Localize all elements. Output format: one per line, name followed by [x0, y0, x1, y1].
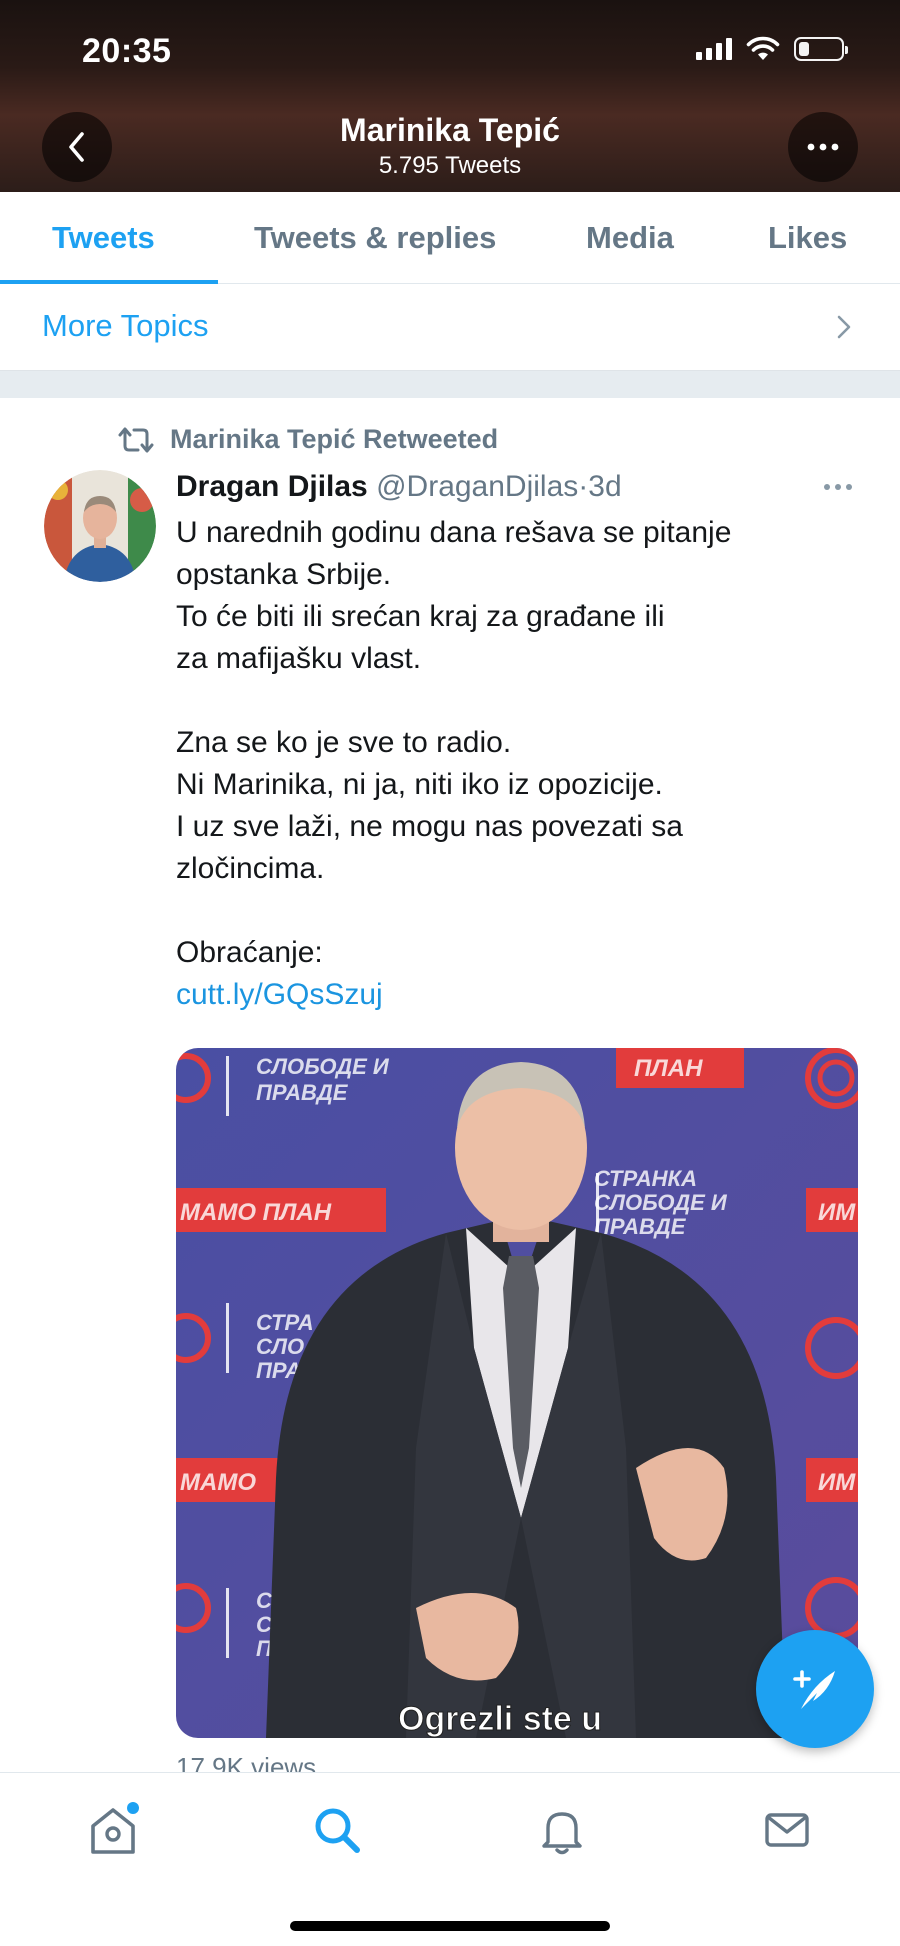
tweet-text: U narednih godinu dana rešava se pitanje… — [176, 512, 846, 1016]
more-topics-row[interactable]: More Topics — [0, 284, 900, 370]
status-icons — [696, 36, 848, 62]
profile-screen: 20:35 Marinika Tepić 5.795 Tweets Tweets… — [0, 0, 900, 1946]
nav-home[interactable] — [78, 1795, 148, 1865]
retweet-indicator: Marinika Tepić Retweeted — [116, 424, 498, 455]
more-options-button[interactable] — [788, 112, 858, 182]
author-avatar[interactable] — [44, 470, 156, 582]
backdrop-text: ИМ — [818, 1199, 856, 1226]
tweet-line: Obraćanje: — [176, 936, 323, 969]
tweet-options-icon[interactable] — [822, 482, 854, 492]
profile-header-banner: 20:35 Marinika Tepić 5.795 Tweets — [0, 0, 900, 192]
tweet-line: za mafijašku vlast. — [176, 642, 422, 675]
bottom-navigation — [0, 1772, 900, 1946]
tweet-line: U narednih godinu dana rešava se pitanje — [176, 516, 732, 549]
cellular-signal-icon — [696, 38, 732, 60]
author-name[interactable]: Dragan Djilas — [176, 470, 368, 503]
backdrop-text: ПЛАН — [634, 1055, 703, 1082]
backdrop-text: СЛОБОДЕ И — [256, 1054, 390, 1079]
home-indicator — [290, 1921, 610, 1931]
tweet-line: Ni Marinika, ni ja, niti iko iz opozicij… — [176, 768, 663, 801]
video-caption: Ogrezli ste u — [398, 1700, 602, 1738]
tweet-link[interactable]: cutt.ly/GQsSzuj — [176, 974, 846, 1016]
video-frame: СЛОБОДЕ И ПРАВДЕ ПЛАН СТРАНКА СЛОБОДЕ И … — [176, 1048, 858, 1738]
battery-fill — [799, 42, 809, 56]
mail-icon — [765, 1813, 809, 1847]
backdrop-text: СТРА — [256, 1310, 314, 1335]
nav-messages[interactable] — [752, 1795, 822, 1865]
nav-notifications[interactable] — [527, 1795, 597, 1865]
tweet-count: 5.795 Tweets — [378, 152, 522, 179]
backdrop-text: МАМО — [180, 1469, 256, 1496]
chevron-right-icon — [837, 315, 851, 339]
home-icon — [91, 1802, 139, 1854]
author-handle[interactable]: @DraganDjilas — [376, 470, 578, 503]
profile-name-title: Marinika Tepić — [340, 112, 560, 148]
backdrop-text: ПРАВДЕ — [256, 1080, 349, 1105]
retweet-icon — [118, 427, 154, 452]
tab-media[interactable]: Media — [586, 220, 674, 256]
section-divider — [0, 370, 900, 398]
nav-search[interactable] — [302, 1795, 372, 1865]
tab-tweets[interactable]: Tweets — [52, 220, 155, 256]
compose-tweet-button[interactable] — [756, 1630, 874, 1748]
tweet-line: To će biti ili srećan kraj za građane il… — [176, 600, 665, 633]
tweet-video-media[interactable]: СЛОБОДЕ И ПРАВДЕ ПЛАН СТРАНКА СЛОБОДЕ И … — [176, 1048, 858, 1738]
backdrop-text: МАМО ПЛАН — [180, 1199, 332, 1226]
avatar-image — [44, 470, 156, 582]
retweet-label: Marinika Tepić Retweeted — [170, 424, 499, 454]
search-icon — [315, 1808, 360, 1853]
more-topics-label: More Topics — [42, 308, 209, 343]
backdrop-text: С — [256, 1588, 273, 1613]
status-bar: 20:35 — [0, 0, 900, 100]
meta-separator: · — [578, 470, 589, 503]
backdrop-text: СТРАНКА — [594, 1166, 697, 1191]
status-time: 20:35 — [82, 32, 172, 70]
tweet-line: Zna se ko je sve to radio. — [176, 726, 512, 759]
tweet-line: zločincima. — [176, 852, 325, 885]
profile-tabs: Tweets Tweets & replies Media Likes — [0, 192, 900, 284]
ellipsis-icon — [807, 143, 839, 151]
tweet-line: I uz sve laži, ne mogu nas povezati sa — [176, 810, 683, 843]
tweet-line: opstanka Srbije. — [176, 558, 392, 591]
backdrop-text: ИМ — [818, 1469, 856, 1496]
tweet-header: Dragan Djilas @DraganDjilas·3d — [176, 470, 622, 504]
wifi-icon — [746, 36, 780, 60]
battery-icon — [794, 37, 848, 61]
bell-icon — [542, 1812, 582, 1855]
backdrop-text: СЛО — [256, 1334, 304, 1359]
tweet-age: 3d — [588, 470, 622, 503]
backdrop-text: СЛОБОДЕ И — [594, 1190, 728, 1215]
tab-likes[interactable]: Likes — [768, 220, 847, 256]
compose-feather-icon — [793, 1670, 835, 1709]
tab-tweets-and-replies[interactable]: Tweets & replies — [254, 220, 496, 256]
